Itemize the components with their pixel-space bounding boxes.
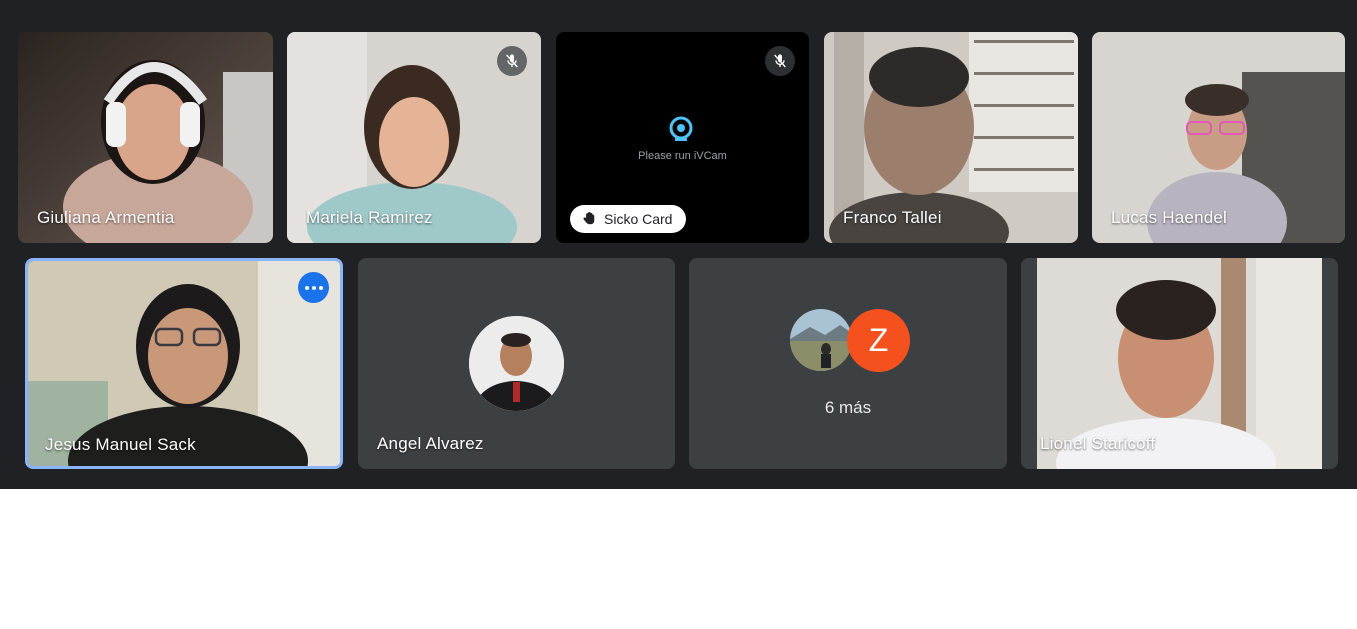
participant-tile-angel[interactable]: Angel Alvarez xyxy=(358,258,675,469)
ivcam-message: Please run iVCam xyxy=(638,150,727,162)
mic-off-indicator xyxy=(765,46,795,76)
webcam-icon xyxy=(669,116,693,141)
participant-name: Giuliana Armentia xyxy=(37,208,175,227)
raised-hand-chip: Sicko Card xyxy=(570,205,687,233)
participant-name: Lionel Staricoff xyxy=(1040,434,1156,453)
empty-area xyxy=(0,489,1357,629)
avatar xyxy=(790,309,852,371)
participant-name: Angel Alvarez xyxy=(377,434,484,453)
mic-off-icon xyxy=(506,54,518,68)
participant-tile-jesus[interactable]: Jesus Manuel Sack xyxy=(25,258,343,469)
participant-tile-lucas[interactable]: Lucas Haendel xyxy=(1092,32,1345,243)
participant-tile-franco[interactable]: Franco Tallei xyxy=(824,32,1078,243)
participant-name: Lucas Haendel xyxy=(1111,208,1228,227)
meeting-grid: Giuliana Armentia Mariela Ramirez Please… xyxy=(0,0,1357,489)
more-participants-count: 6 más xyxy=(824,398,872,417)
overflow-participants-tile[interactable]: Z 6 más xyxy=(689,258,1007,469)
participant-tile-mariela[interactable]: Mariela Ramirez xyxy=(287,32,541,243)
participant-tile-sicko-card[interactable]: Please run iVCam Sicko Card xyxy=(556,32,809,243)
mic-off-icon xyxy=(774,54,786,68)
participant-name: Jesus Manuel Sack xyxy=(45,435,196,454)
participant-tile-giuliana[interactable]: Giuliana Armentia xyxy=(18,32,273,243)
raised-hand-icon xyxy=(583,212,595,225)
participant-name: Mariela Ramirez xyxy=(306,208,433,227)
mic-off-indicator xyxy=(497,46,527,76)
avatar-letter: Z xyxy=(847,309,910,372)
participant-name: Franco Tallei xyxy=(843,208,942,227)
avatar xyxy=(469,316,564,411)
participant-tile-lionel[interactable]: Lionel Staricoff xyxy=(1021,258,1338,469)
participant-name: Sicko Card xyxy=(604,211,673,227)
more-options-icon xyxy=(303,285,324,290)
more-options-button[interactable] xyxy=(298,272,329,303)
